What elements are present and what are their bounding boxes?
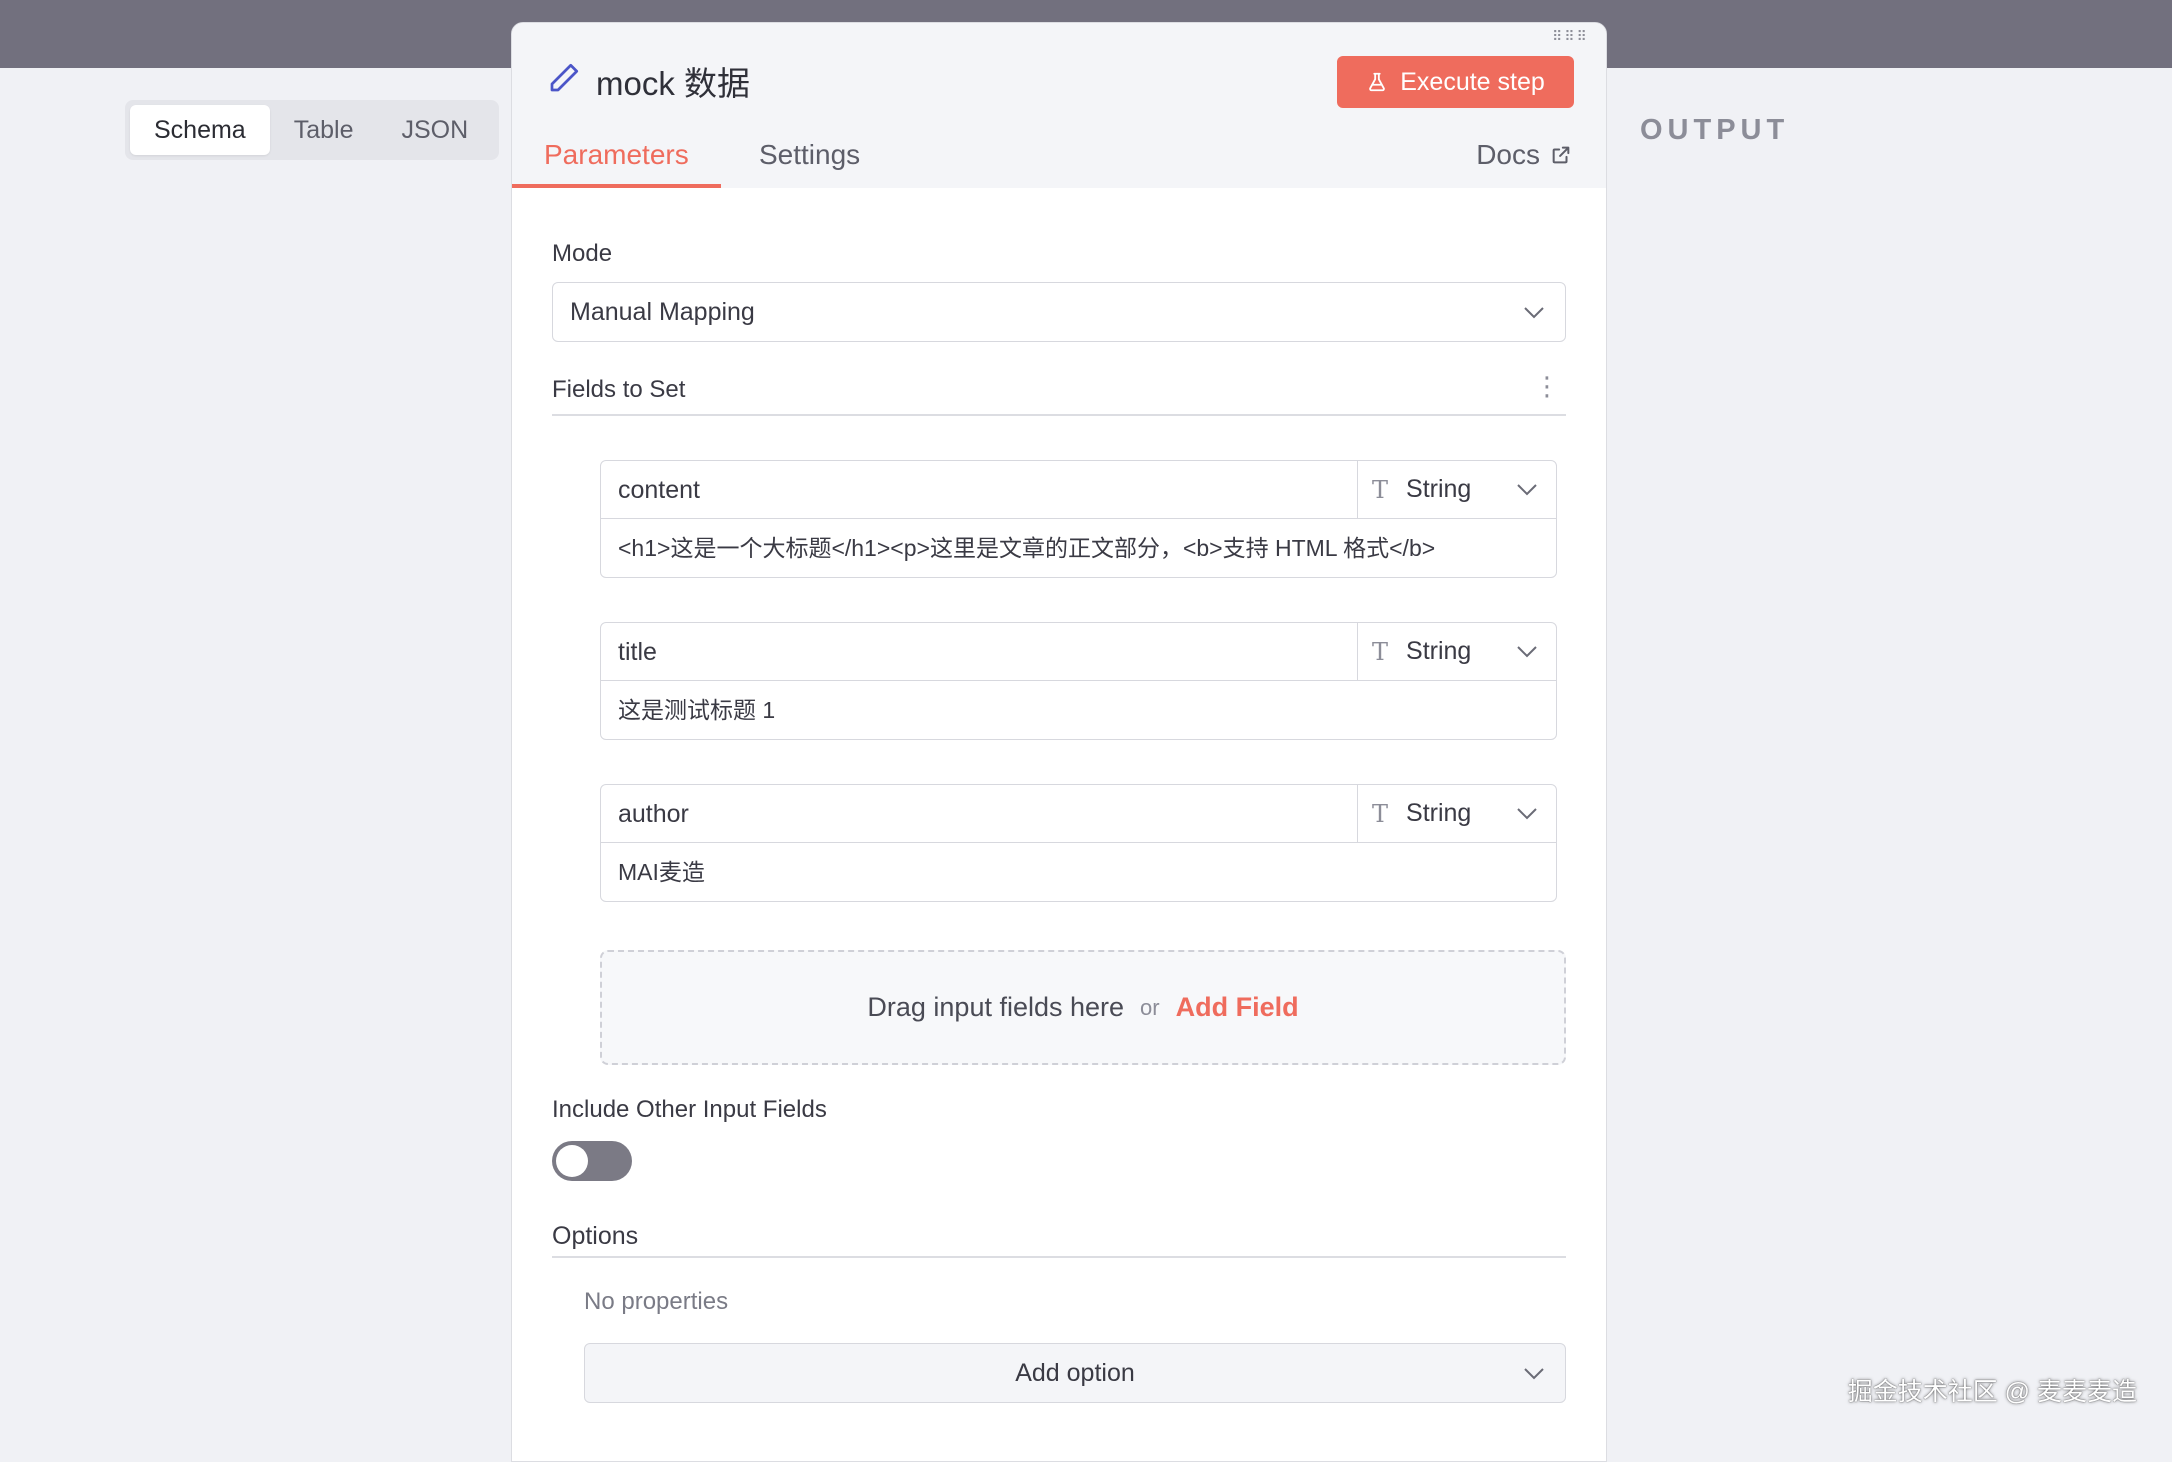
dropzone-text: Drag input fields here: [867, 992, 1125, 1022]
field-type-select[interactable]: T String: [1356, 785, 1556, 843]
field-type-select[interactable]: T String: [1356, 461, 1556, 519]
include-other-fields-label: Include Other Input Fields: [552, 1096, 827, 1123]
field-assignment: content T String <h1>这是一个大标题</h1><p>这里是文…: [600, 460, 1557, 578]
divider: [552, 1256, 1566, 1258]
text-type-icon: T: [1372, 637, 1389, 666]
kebab-menu-icon[interactable]: ⋮: [1534, 373, 1560, 399]
field-value-input[interactable]: MAI麦造: [601, 843, 1556, 901]
docs-label: Docs: [1476, 139, 1540, 170]
toggle-knob: [556, 1145, 588, 1177]
flask-icon: [1369, 72, 1386, 92]
tab-settings[interactable]: Settings: [727, 133, 892, 188]
no-properties-text: No properties: [584, 1288, 729, 1315]
chevron-down-icon: [1517, 484, 1537, 496]
watermark: 掘金技术社区 @ 麦麦麦造: [1847, 1378, 2137, 1406]
panel-header: mock 数据 Execute step Parameters Settings…: [512, 23, 1606, 188]
pencil-icon[interactable]: [546, 60, 582, 96]
chevron-down-icon: [1524, 1368, 1544, 1380]
field-type-label: String: [1406, 637, 1472, 665]
field-dropzone[interactable]: Drag input fields here or Add Field: [600, 950, 1566, 1065]
field-assignment: author T String MAI麦造: [600, 784, 1557, 902]
drag-handle-icon[interactable]: ⠿⠿⠿: [1507, 23, 1606, 49]
output-label: OUTPUT: [1640, 114, 1790, 146]
field-name-input[interactable]: author: [601, 785, 1358, 843]
node-panel: mock 数据 Execute step Parameters Settings…: [511, 22, 1607, 1462]
execute-step-button[interactable]: Execute step: [1337, 56, 1574, 108]
field-name-input[interactable]: content: [601, 461, 1358, 519]
external-link-icon: [1552, 146, 1570, 164]
field-name-input[interactable]: title: [601, 623, 1358, 681]
tab-parameters[interactable]: Parameters: [512, 133, 721, 188]
chevron-down-icon: [1524, 307, 1544, 319]
include-other-fields-toggle[interactable]: [552, 1141, 632, 1181]
execute-step-label: Execute step: [1400, 67, 1545, 96]
view-table-button[interactable]: Table: [270, 105, 378, 155]
node-title[interactable]: mock 数据: [596, 57, 750, 105]
options-label: Options: [552, 1222, 639, 1250]
view-json-button[interactable]: JSON: [377, 105, 492, 155]
field-type-label: String: [1406, 475, 1472, 503]
mode-value: Manual Mapping: [570, 297, 755, 326]
field-type-label: String: [1406, 799, 1472, 827]
field-assignment: title T String 这是测试标题 1: [600, 622, 1557, 740]
mode-select[interactable]: Manual Mapping: [552, 282, 1566, 342]
add-field-button[interactable]: Add Field: [1176, 992, 1299, 1023]
add-option-label: Add option: [1015, 1358, 1135, 1387]
field-value-input[interactable]: 这是测试标题 1: [601, 681, 1556, 739]
field-type-select[interactable]: T String: [1356, 623, 1556, 681]
chevron-down-icon: [1517, 646, 1537, 658]
view-schema-button[interactable]: Schema: [130, 105, 270, 155]
panel-tabs: Parameters Settings: [512, 133, 1606, 188]
mode-label: Mode: [552, 240, 613, 267]
chevron-down-icon: [1517, 808, 1537, 820]
view-toggle: Schema Table JSON: [125, 100, 499, 160]
add-option-select[interactable]: Add option: [584, 1343, 1566, 1403]
text-type-icon: T: [1372, 475, 1389, 504]
dropzone-or: or: [1140, 994, 1160, 1020]
fields-to-set-label: Fields to Set: [552, 376, 686, 403]
docs-link[interactable]: Docs: [1476, 133, 1572, 177]
field-value-input[interactable]: <h1>这是一个大标题</h1><p>这里是文章的正文部分，<b>支持 HTML…: [601, 519, 1556, 577]
text-type-icon: T: [1372, 799, 1389, 828]
divider: [552, 414, 1566, 416]
